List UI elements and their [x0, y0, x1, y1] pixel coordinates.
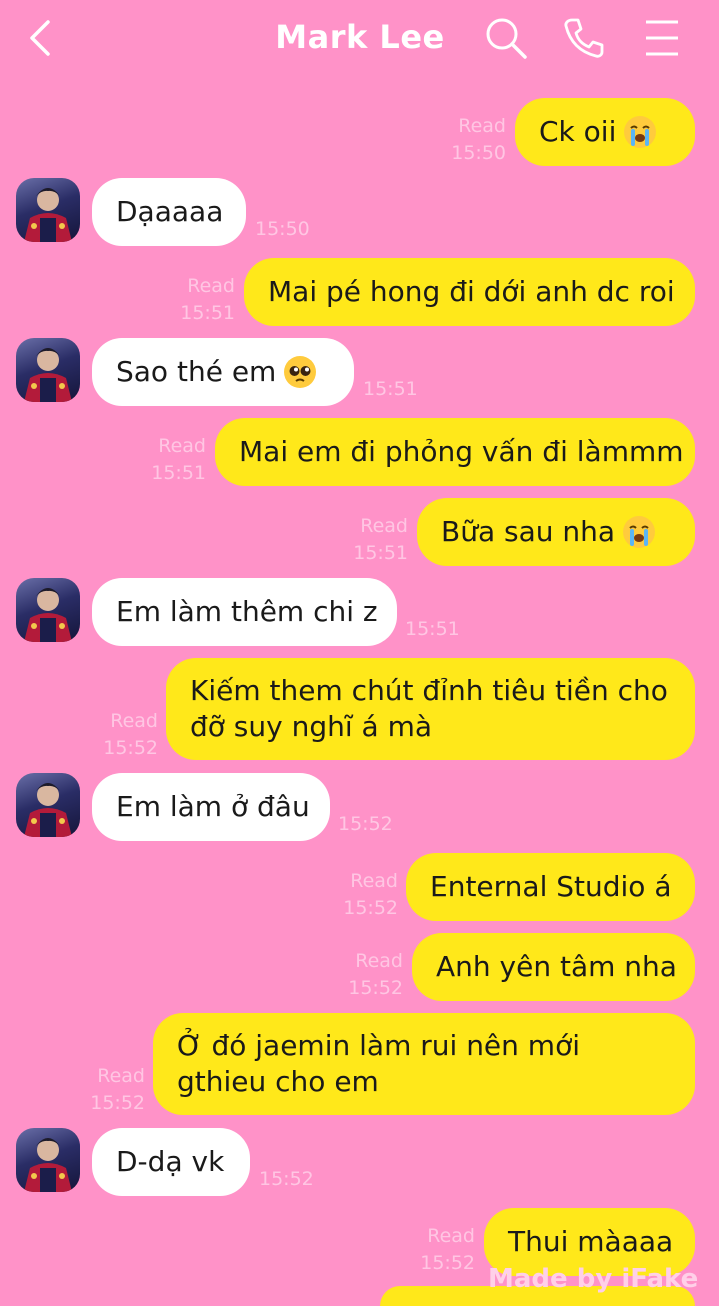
message-time: 15:51	[353, 542, 408, 564]
message-text: Mai em đi phỏng vấn đi làmmm	[239, 435, 684, 468]
message-time: 15:52	[259, 1168, 314, 1190]
message-time: 15:52	[90, 1092, 145, 1114]
message-time: 15:52	[103, 737, 158, 759]
read-receipt: Read	[110, 710, 158, 732]
message-text: D-dạ vk	[116, 1145, 225, 1178]
pleading-face-emoji	[284, 356, 317, 388]
message-bubble[interactable]: Ở đó jaemin làm rui nên mới gthieu cho e…	[153, 1013, 695, 1115]
loudly-crying-face-emoji	[624, 116, 657, 148]
message-bubble[interactable]: Mai pé hong đi dới anh dc roi	[244, 258, 695, 326]
avatar[interactable]	[16, 338, 80, 402]
search-icon[interactable]	[482, 14, 530, 62]
watermark: Made by iFake	[488, 1264, 699, 1294]
message-meta: Read 15:52	[103, 708, 158, 762]
back-arrow-icon[interactable]	[16, 14, 64, 62]
read-receipt: Read	[187, 275, 235, 297]
message-bubble[interactable]: Enternal Studio á	[406, 853, 695, 921]
menu-icon[interactable]	[638, 14, 686, 62]
message-bubble[interactable]: Dạaaaa	[92, 178, 246, 246]
read-receipt: Read	[427, 1225, 475, 1247]
message-text: Ck oii	[539, 115, 617, 148]
message-text: Em làm ở đâu	[116, 790, 310, 823]
message-meta: Read 15:52	[420, 1223, 475, 1277]
phone-icon[interactable]	[560, 14, 608, 62]
message-time: 15:50	[255, 218, 310, 240]
message-bubble[interactable]: D-dạ vk	[92, 1128, 250, 1196]
loudly-crying-face-emoji	[623, 516, 656, 548]
message-text: Kiếm them chút đỉnh tiêu tiền cho đỡ suy…	[190, 674, 668, 743]
chat-header: Mark Lee	[0, 0, 719, 80]
avatar[interactable]	[16, 1128, 80, 1192]
message-text: Mai pé hong đi dới anh dc roi	[268, 275, 675, 308]
message-time: 15:51	[151, 462, 206, 484]
message-time: 15:51	[180, 302, 235, 324]
message-meta: Read 15:52	[343, 868, 398, 922]
message-text: Anh yên tâm nha	[436, 950, 677, 983]
message-time: 15:51	[363, 378, 418, 400]
read-receipt: Read	[458, 115, 506, 137]
message-text: Thui màaaa	[508, 1225, 674, 1258]
read-receipt: Read	[350, 870, 398, 892]
read-receipt: Read	[360, 515, 408, 537]
message-meta: Read 15:51	[151, 433, 206, 487]
message-bubble[interactable]: Mai em đi phỏng vấn đi làmmm	[215, 418, 695, 486]
avatar[interactable]	[16, 178, 80, 242]
message-text: Em làm thêm chi z	[116, 595, 378, 628]
message-bubble[interactable]: Ck oii	[515, 98, 695, 166]
message-meta: Read 15:52	[90, 1063, 145, 1117]
message-text: Ở đó jaemin làm rui nên mới gthieu cho e…	[177, 1029, 580, 1098]
message-meta: Read 15:50	[451, 113, 506, 167]
message-time: 15:50	[451, 142, 506, 164]
message-meta: Read 15:51	[180, 273, 235, 327]
message-text: Bữa sau nha	[441, 515, 616, 548]
message-bubble[interactable]: Bữa sau nha	[417, 498, 695, 566]
message-bubble[interactable]: Kiếm them chút đỉnh tiêu tiền cho đỡ suy…	[166, 658, 695, 760]
read-receipt: Read	[97, 1065, 145, 1087]
message-bubble[interactable]: Em làm ở đâu	[92, 773, 330, 841]
avatar[interactable]	[16, 578, 80, 642]
message-text: Enternal Studio á	[430, 870, 672, 903]
message-time: 15:52	[338, 813, 393, 835]
message-bubble[interactable]: Sao thé em	[92, 338, 354, 406]
contact-name: Mark Lee	[275, 18, 445, 56]
message-text: Dạaaaa	[116, 195, 224, 228]
message-time: 15:52	[343, 897, 398, 919]
message-text: Sao thé em	[116, 355, 277, 388]
message-time: 15:52	[420, 1252, 475, 1274]
message-meta: Read 15:51	[353, 513, 408, 567]
read-receipt: Read	[158, 435, 206, 457]
message-bubble[interactable]: Em làm thêm chi z	[92, 578, 397, 646]
message-time: 15:51	[405, 618, 460, 640]
avatar[interactable]	[16, 773, 80, 837]
message-bubble[interactable]: Anh yên tâm nha	[412, 933, 695, 1001]
message-time: 15:52	[348, 977, 403, 999]
read-receipt: Read	[355, 950, 403, 972]
message-meta: Read 15:52	[348, 948, 403, 1002]
